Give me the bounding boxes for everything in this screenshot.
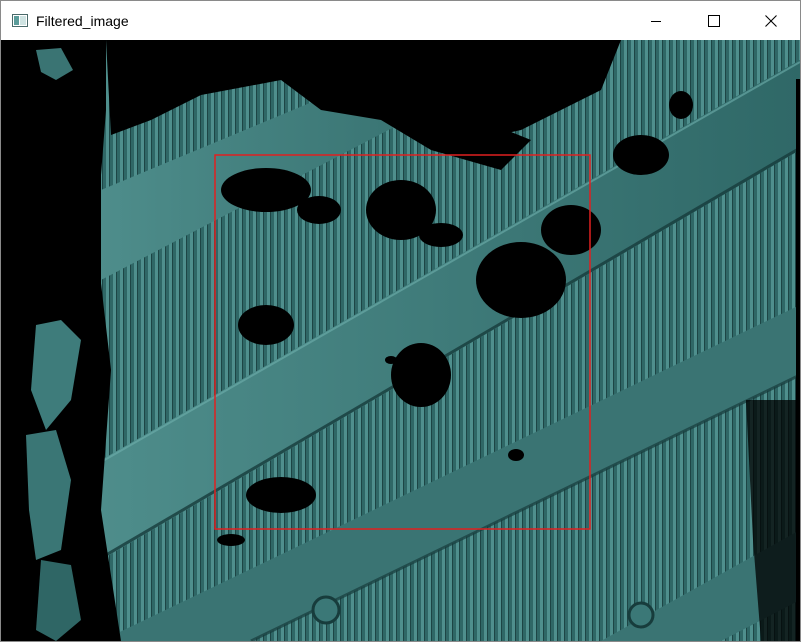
maximize-icon bbox=[708, 14, 720, 27]
rivet bbox=[311, 595, 341, 625]
dark-blob bbox=[391, 343, 451, 407]
dark-blob bbox=[419, 223, 463, 247]
dark-blob bbox=[221, 168, 311, 212]
dark-blob bbox=[217, 534, 245, 546]
dark-blob bbox=[238, 305, 294, 345]
dark-blob bbox=[385, 356, 397, 364]
dark-blob bbox=[613, 135, 669, 175]
window-title: Filtered_image bbox=[36, 13, 129, 29]
dark-blob bbox=[541, 205, 601, 255]
image-window: Filtered_image bbox=[0, 0, 801, 642]
maximize-button[interactable] bbox=[685, 1, 743, 40]
image-window-icon bbox=[12, 14, 28, 27]
dark-blob bbox=[508, 449, 524, 461]
dark-blob bbox=[476, 242, 566, 318]
close-button[interactable] bbox=[742, 1, 800, 40]
title-bar[interactable]: Filtered_image bbox=[1, 1, 800, 40]
rivet bbox=[627, 601, 655, 629]
filtered-image-canvas[interactable] bbox=[1, 40, 800, 641]
minimize-icon bbox=[651, 20, 661, 22]
filtered-image bbox=[1, 40, 800, 641]
dark-blob bbox=[246, 477, 316, 513]
minimize-button[interactable] bbox=[627, 1, 685, 40]
close-icon bbox=[765, 14, 777, 27]
dark-blob bbox=[669, 91, 693, 119]
dark-blob bbox=[297, 196, 341, 224]
